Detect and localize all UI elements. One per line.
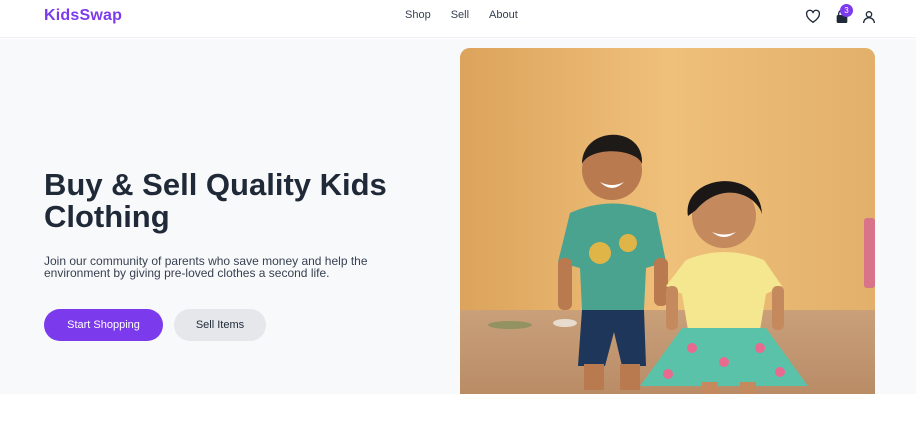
brand-logo[interactable]: KidsSwap bbox=[44, 7, 122, 25]
header-actions: 3 bbox=[805, 4, 877, 27]
hero-section: Buy & Sell Quality Kids Clothing Join ou… bbox=[0, 39, 916, 394]
cart-count-badge: 3 bbox=[840, 4, 853, 17]
top-navbar: KidsSwap Shop Sell About 3 bbox=[0, 0, 916, 38]
nav-link-shop[interactable]: Shop bbox=[405, 9, 431, 21]
hero-subtitle: Join our community of parents who save m… bbox=[44, 254, 368, 280]
children-illustration bbox=[460, 48, 875, 394]
nav-link-about[interactable]: About bbox=[489, 9, 518, 21]
page-below-hero bbox=[0, 394, 916, 422]
nav-link-sell[interactable]: Sell bbox=[451, 9, 469, 21]
start-shopping-button[interactable]: Start Shopping bbox=[44, 309, 163, 341]
hero-headline: Buy & Sell Quality Kids Clothing bbox=[44, 167, 387, 234]
main-menu: Shop Sell About bbox=[405, 9, 518, 21]
heart-icon[interactable] bbox=[805, 9, 821, 25]
hero-photo bbox=[460, 48, 875, 394]
user-icon[interactable] bbox=[861, 9, 877, 25]
sell-items-button[interactable]: Sell Items bbox=[174, 309, 266, 341]
